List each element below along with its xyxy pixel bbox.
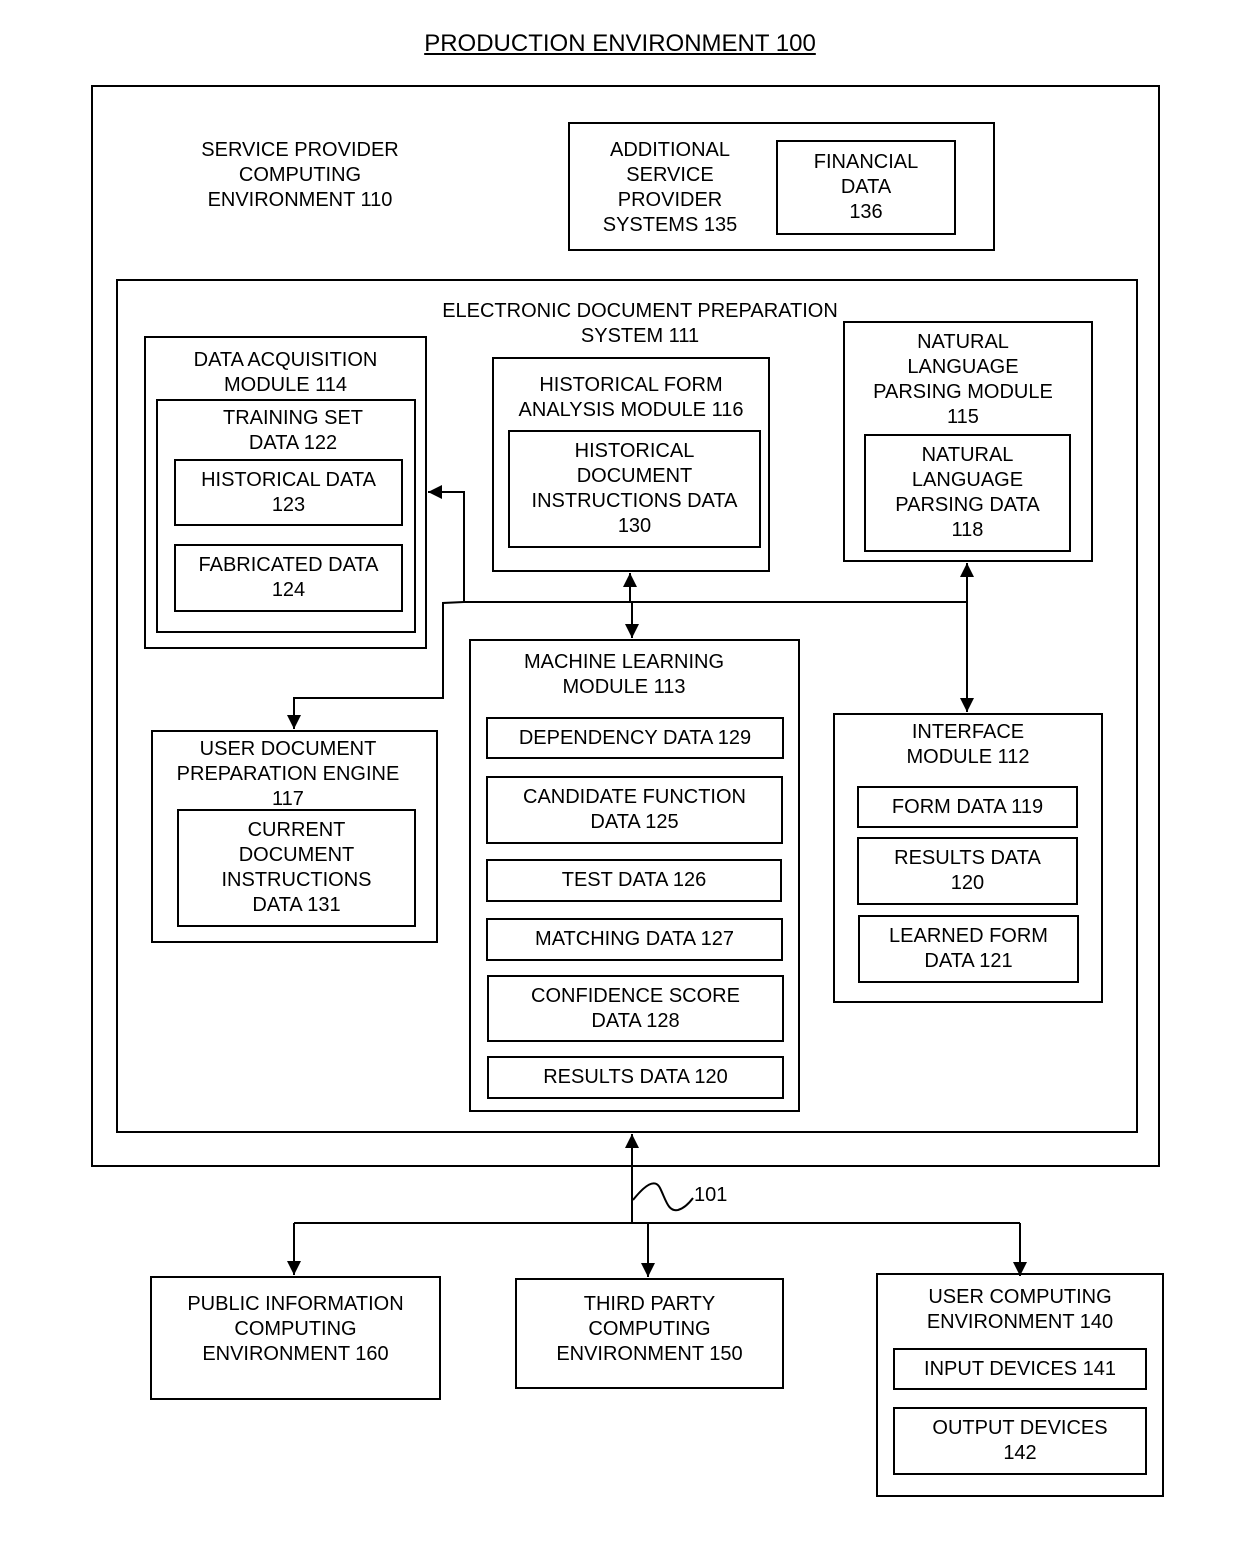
historical-data-box: HISTORICAL DATA 123: [174, 459, 403, 526]
fabricated-data-box: FABRICATED DATA 124: [174, 544, 403, 612]
form-data-box: FORM DATA 119: [857, 786, 1078, 828]
test-data-box: TEST DATA 126: [486, 859, 782, 902]
third-party-environment: THIRD PARTY COMPUTING ENVIRONMENT 150: [515, 1278, 784, 1389]
service-provider-label: SERVICE PROVIDER COMPUTING ENVIRONMENT 1…: [201, 139, 399, 211]
public-information-environment: PUBLIC INFORMATION COMPUTING ENVIRONMENT…: [150, 1276, 441, 1400]
user-computing-label: USER COMPUTING ENVIRONMENT 140: [926, 1286, 1114, 1333]
candidate-function-data-box: CANDIDATE FUNCTION DATA 125: [486, 776, 783, 844]
additional-systems-label: ADDITIONAL SERVICE PROVIDER SYSTEMS 135: [602, 139, 738, 236]
nlp-data-box: NATURAL LANGUAGE PARSING DATA 118: [864, 434, 1071, 552]
network-label: 101: [694, 1184, 728, 1206]
historical-form-label: HISTORICAL FORM ANALYSIS MODULE 116: [518, 374, 744, 421]
dependency-data-box: DEPENDENCY DATA 129: [486, 717, 784, 759]
interface-results-data-box: RESULTS DATA 120: [857, 837, 1078, 905]
matching-data-box: MATCHING DATA 127: [486, 918, 783, 961]
diagram-title: PRODUCTION ENVIRONMENT 100: [424, 30, 816, 57]
data-acquisition-label: DATA ACQUISITION MODULE 114: [193, 349, 378, 396]
historical-document-instructions-box: HISTORICAL DOCUMENT INSTRUCTIONS DATA 13…: [508, 430, 761, 548]
output-devices-box: OUTPUT DEVICES 142: [893, 1407, 1147, 1475]
network-squiggle: [632, 1182, 694, 1212]
edps-label: ELECTRONIC DOCUMENT PREPARATION SYSTEM 1…: [442, 300, 838, 347]
ml-module-label: MACHINE LEARNING MODULE 113: [523, 651, 725, 698]
user-doc-engine-label: USER DOCUMENT PREPARATION ENGINE 117: [176, 738, 400, 810]
training-set-label: TRAINING SET DATA 122: [222, 407, 363, 454]
ml-results-data-box: RESULTS DATA 120: [487, 1056, 784, 1099]
current-document-instructions-box: CURRENT DOCUMENT INSTRUCTIONS DATA 131: [177, 809, 416, 927]
confidence-score-data-box: CONFIDENCE SCORE DATA 128: [487, 975, 784, 1042]
nlp-label: NATURAL LANGUAGE PARSING MODULE 115: [873, 331, 1053, 428]
input-devices-box: INPUT DEVICES 141: [893, 1348, 1147, 1390]
financial-data-box: FINANCIAL DATA 136: [776, 140, 956, 235]
learned-form-data-box: LEARNED FORM DATA 121: [858, 915, 1079, 983]
interface-label: INTERFACE MODULE 112: [906, 721, 1030, 768]
